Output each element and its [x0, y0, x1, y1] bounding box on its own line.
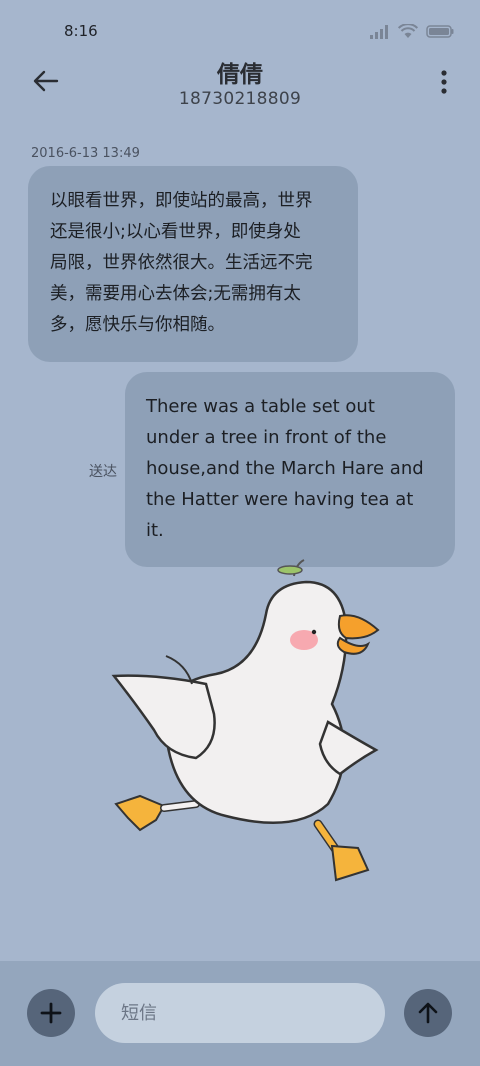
status-time: 8:16	[64, 22, 98, 40]
message-line: 以眼看世界，即使站的最高，世界	[50, 191, 313, 211]
more-options-button[interactable]	[438, 69, 450, 95]
message-timestamp: 2016-6-13 13:49	[31, 146, 140, 161]
message-line: house,and the March Hare and	[146, 458, 424, 479]
delivery-status: 送达	[89, 464, 117, 480]
send-arrow-icon	[418, 1002, 438, 1024]
plus-icon	[40, 1002, 62, 1024]
message-line: the Hatter were having tea at	[146, 489, 414, 510]
message-line: 还是很小;以心看世界，即使身处	[50, 222, 301, 242]
send-button[interactable]	[404, 989, 452, 1037]
message-line: 多，愿快乐与你相随。	[50, 315, 225, 335]
status-bar: 8:16	[0, 0, 480, 60]
composer-bar	[0, 961, 480, 1066]
signal-icon	[370, 24, 388, 39]
duck-sticker	[111, 559, 380, 882]
message-line: 局限，世界依然很大。生活远不完	[50, 253, 313, 273]
add-attachment-button[interactable]	[27, 989, 75, 1037]
status-icons	[370, 24, 454, 39]
message-line: 美，需要用心去体会;无需拥有太	[50, 284, 301, 304]
outgoing-message-bubble[interactable]: There was a table set out under a tree i…	[125, 372, 455, 567]
wifi-icon	[398, 24, 418, 38]
message-line: under a tree in front of the	[146, 427, 387, 448]
contact-phone-number: 18730218809	[178, 89, 302, 109]
more-vertical-icon	[441, 70, 447, 94]
incoming-message-bubble[interactable]: 以眼看世界，即使站的最高，世界 还是很小;以心看世界，即使身处 局限，世界依然很…	[28, 166, 358, 362]
message-line: it.	[146, 520, 164, 541]
battery-icon	[426, 25, 454, 38]
message-input[interactable]	[95, 983, 385, 1043]
contact-name: 倩倩	[217, 62, 263, 88]
message-line: There was a table set out	[146, 396, 375, 417]
conversation-header: 倩倩 18730218809	[0, 55, 480, 115]
